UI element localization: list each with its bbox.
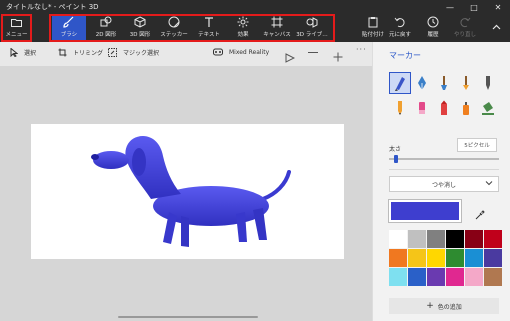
color-swatch[interactable] [465, 249, 483, 267]
redo-label: やり直し [453, 32, 476, 38]
minimize-button[interactable]: — [438, 0, 462, 14]
undo-label: 元に戻す [388, 32, 411, 38]
color-swatch[interactable] [484, 249, 502, 267]
history-icon [426, 16, 440, 28]
add-color-button[interactable]: + 色の追加 [389, 298, 499, 314]
color-swatch[interactable] [389, 249, 407, 267]
dog-3d-model[interactable] [31, 124, 344, 259]
oil-brush-icon [441, 76, 447, 90]
eraser-icon [419, 102, 425, 114]
zoom-in-icon[interactable] [333, 47, 343, 66]
history-label: 履歴 [427, 32, 439, 38]
color-swatch[interactable] [408, 249, 426, 267]
highlight-menu [1, 14, 32, 42]
redo-icon [458, 16, 472, 28]
highlight-tools [49, 14, 335, 42]
panel-title: マーカー [389, 51, 421, 60]
maximize-button[interactable]: □ [462, 0, 486, 14]
redo-button[interactable]: やり直し [446, 16, 484, 41]
current-color-preview[interactable] [389, 200, 461, 222]
zoom-out-icon[interactable] [308, 52, 318, 53]
color-swatch[interactable] [465, 230, 483, 248]
paste-icon [366, 16, 380, 28]
magic-select-button[interactable]: マジック選択 [108, 48, 159, 57]
fill-brush[interactable] [477, 97, 499, 119]
color-swatch[interactable] [427, 230, 445, 248]
color-swatch[interactable] [446, 230, 464, 248]
brush-panel: マーカー 太さ 5ピクセル つや消し + 色の追加 [372, 42, 510, 321]
divider [389, 169, 499, 170]
eraser-brush[interactable] [411, 97, 433, 119]
magic-select-icon [108, 48, 117, 57]
mixed-reality-label: Mixed Reality [229, 48, 270, 56]
window-controls: — □ ✕ [438, 0, 510, 14]
watercolor-brush[interactable] [455, 72, 477, 94]
color-swatch[interactable] [446, 268, 464, 286]
mixed-reality-icon [213, 48, 223, 56]
mixed-reality-button[interactable]: Mixed Reality [213, 48, 269, 56]
cursor-icon [10, 48, 18, 57]
flag-icon[interactable] [285, 48, 296, 67]
crayon-brush[interactable] [433, 97, 455, 119]
chevron-up-icon [489, 21, 503, 33]
color-swatch[interactable] [484, 230, 502, 248]
horizontal-scrollbar[interactable] [118, 316, 258, 318]
select-button[interactable]: 選択 [10, 48, 36, 57]
brush-grid [389, 72, 501, 119]
pencil-icon [398, 101, 402, 115]
pixel-pen-icon [486, 76, 490, 90]
pencil-brush[interactable] [389, 97, 411, 119]
pixel-pen-brush[interactable] [477, 72, 499, 94]
select-label: 選択 [24, 50, 37, 57]
color-swatch[interactable] [465, 268, 483, 286]
sub-toolbar: 選択 トリミング マジック選択 Mixed Reality ··· [0, 42, 372, 66]
magic-select-label: マジック選択 [123, 50, 160, 57]
finish-value: つや消し [431, 181, 456, 189]
color-swatch[interactable] [389, 268, 407, 286]
color-swatch[interactable] [427, 268, 445, 286]
finish-dropdown[interactable]: つや消し [389, 176, 499, 192]
eyedropper-icon[interactable] [475, 205, 485, 224]
marker-brush[interactable] [389, 72, 411, 94]
oil-brush[interactable] [433, 72, 455, 94]
color-swatch[interactable] [446, 249, 464, 267]
collapse-ribbon-button[interactable] [486, 16, 506, 41]
thickness-slider[interactable] [389, 158, 499, 160]
color-swatch[interactable] [427, 249, 445, 267]
add-color-label: 色の追加 [437, 303, 462, 311]
marker-icon [395, 77, 405, 91]
drawing-canvas[interactable] [31, 124, 344, 259]
crayon-icon [441, 100, 447, 115]
thickness-slider-thumb[interactable] [394, 155, 398, 163]
window-title: タイトルなし* - ペイント 3D [6, 3, 99, 11]
workspace [0, 66, 372, 321]
plus-icon: + [426, 300, 434, 311]
calligraphy-pen-brush[interactable] [411, 72, 433, 94]
color-swatch-grid [389, 230, 502, 286]
color-swatch[interactable] [389, 230, 407, 248]
chevron-down-icon [485, 181, 493, 186]
close-button[interactable]: ✕ [486, 0, 510, 14]
color-swatch[interactable] [408, 268, 426, 286]
crop-icon [58, 48, 67, 57]
spray-can-brush[interactable] [455, 97, 477, 119]
undo-icon [393, 16, 407, 28]
color-swatch[interactable] [484, 268, 502, 286]
title-bar: タイトルなし* - ペイント 3D — □ ✕ [0, 0, 510, 14]
thickness-label: 太さ [389, 146, 402, 153]
calligraphy-pen-icon [418, 76, 426, 90]
crop-button[interactable]: トリミング [58, 48, 103, 57]
watercolor-icon [463, 76, 469, 90]
spray-can-icon [463, 102, 469, 115]
color-swatch[interactable] [408, 230, 426, 248]
thickness-input[interactable]: 5ピクセル [457, 138, 497, 152]
fill-bucket-icon [482, 102, 494, 115]
more-options-icon[interactable]: ··· [356, 45, 367, 54]
crop-label: トリミング [73, 50, 104, 57]
